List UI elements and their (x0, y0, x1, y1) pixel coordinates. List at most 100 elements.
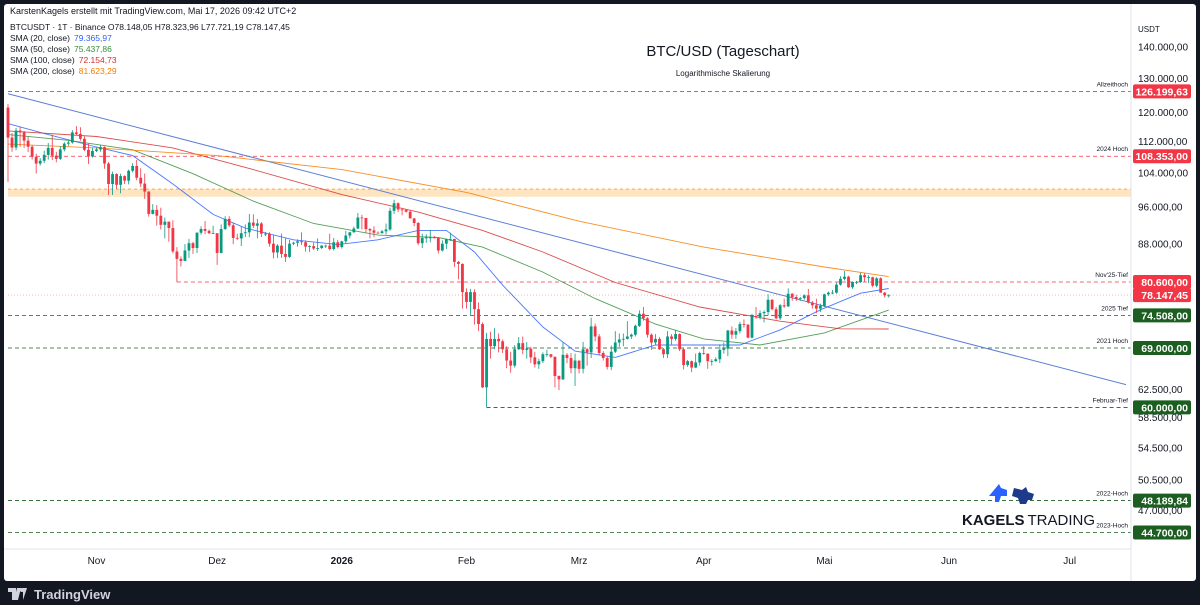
candle-body (207, 230, 211, 234)
candle (867, 275, 871, 284)
chart-title: BTC/USD (Tageschart) (646, 43, 799, 60)
candle (412, 217, 416, 227)
candle (831, 289, 834, 295)
candle (806, 288, 810, 304)
candle (159, 207, 163, 230)
candle-body (887, 295, 891, 297)
tradingview-logo-icon (8, 588, 27, 600)
candle (863, 273, 867, 282)
y-tick-label: 120.000,00 (1138, 108, 1188, 119)
candle-body (424, 237, 428, 239)
candle-body (388, 210, 392, 230)
price-chart[interactable]: Allzeithoch 2024 Hoch Nov'25-Tief 2025 Tief… (4, 4, 1196, 581)
candle (356, 213, 360, 230)
candle-body (742, 324, 746, 325)
candle-body (465, 292, 468, 302)
candle-body (436, 237, 440, 251)
candle-body (642, 313, 645, 319)
candle-body (364, 217, 368, 230)
candle-body (444, 239, 448, 244)
candle-body (163, 221, 167, 225)
candle (525, 341, 529, 359)
candle (637, 310, 641, 327)
candle-body (605, 357, 609, 367)
candle-body (754, 315, 758, 318)
candle-body (87, 149, 90, 157)
candle (288, 239, 291, 258)
candle (74, 126, 78, 136)
candle-body (501, 341, 505, 350)
candle (529, 346, 533, 364)
candle-body (678, 334, 682, 350)
candle (62, 142, 66, 152)
candle (372, 226, 376, 237)
x-tick-label: 2026 (331, 556, 354, 567)
candle-body (718, 349, 722, 360)
candle-body (489, 338, 492, 347)
candle (871, 276, 875, 288)
candle (887, 294, 891, 298)
legend-item-sma200[interactable]: SMA (200, close) 81.623,29 (10, 66, 290, 77)
candle-body (54, 155, 58, 159)
candle-body (822, 294, 826, 306)
candle (352, 226, 356, 233)
candle-body (83, 138, 86, 150)
candle-body (400, 209, 404, 211)
candle-body (352, 228, 356, 233)
legend-item-sma100[interactable]: SMA (100, close) 72.154,73 (10, 55, 290, 66)
candle-body (239, 233, 243, 239)
candle-body (774, 309, 778, 319)
candle (662, 348, 665, 358)
candle-body (577, 360, 581, 369)
trendline-layer (7, 93, 1127, 386)
legend-value: 79.365,97 (74, 33, 112, 43)
candle-body (199, 229, 203, 233)
candle-body (111, 174, 114, 184)
candle (251, 214, 255, 229)
candle (694, 353, 698, 369)
candle (461, 263, 464, 309)
legend-item-sma50[interactable]: SMA (50, close) 75.437,86 (10, 44, 290, 55)
candle-body (95, 149, 98, 151)
candle-body (469, 292, 472, 302)
candle (762, 310, 766, 323)
candle (541, 352, 545, 364)
candle-body (529, 348, 533, 358)
candle-body (223, 218, 227, 230)
candle (730, 326, 734, 339)
candle (573, 353, 577, 387)
candle-body (509, 360, 513, 366)
candle (308, 245, 312, 252)
candle-body (376, 232, 380, 234)
candle (436, 237, 440, 254)
legend-value: 75.437,86 (74, 44, 112, 54)
candle-body (74, 132, 78, 134)
candle-body (267, 233, 271, 244)
candle (38, 158, 42, 166)
candle-body (702, 352, 706, 354)
candle (489, 331, 492, 359)
candle (714, 357, 718, 362)
candle (416, 222, 420, 246)
candle (123, 175, 127, 184)
candle-body (316, 248, 320, 249)
candle (545, 349, 549, 357)
legend-item-sma20[interactable]: SMA (20, close) 79.365,97 (10, 33, 290, 44)
candle (348, 232, 352, 239)
candle (658, 337, 661, 350)
level-price-tag: 60.000,00 (1133, 400, 1191, 415)
candle-body (525, 348, 529, 350)
chart-subtitle: Logarithmische Skalierung (676, 69, 770, 78)
svg-text:KAGELSTRADING: KAGELS TRADING (962, 512, 1095, 529)
candle-body (18, 130, 22, 133)
candle (42, 150, 46, 164)
candle-body (412, 218, 416, 223)
candle-body (541, 354, 545, 362)
candle (706, 353, 710, 369)
candle-body (778, 305, 782, 319)
candle-body (119, 176, 123, 185)
level-tag-text: 80.600,00 (1141, 277, 1188, 289)
candle (380, 229, 384, 234)
candle-body (706, 353, 710, 362)
candle (179, 256, 183, 267)
